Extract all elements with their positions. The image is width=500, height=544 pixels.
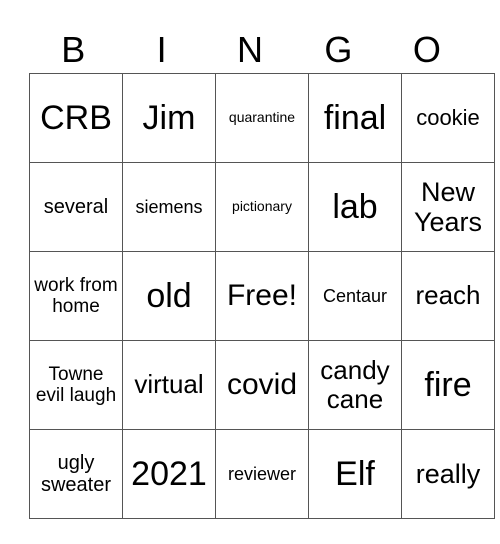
bingo-cell[interactable]: virtual xyxy=(122,340,216,430)
bingo-cell[interactable]: fire xyxy=(401,340,495,430)
bingo-cell[interactable]: really xyxy=(401,429,495,519)
bingo-cell[interactable]: old xyxy=(122,251,216,341)
bingo-cell[interactable]: New Years xyxy=(401,162,495,252)
bingo-grid: CRB Jim quarantine final cookie several … xyxy=(29,73,495,519)
bingo-cell[interactable]: Elf xyxy=(308,429,402,519)
bingo-cell[interactable]: several xyxy=(29,162,123,252)
bingo-cell[interactable]: covid xyxy=(215,340,309,430)
free-cell[interactable]: Free! xyxy=(215,251,309,341)
header-letter-i: I xyxy=(156,29,167,70)
bingo-cell[interactable]: CRB xyxy=(29,73,123,163)
bingo-cell[interactable]: lab xyxy=(308,162,402,252)
bingo-cell[interactable]: pictionary xyxy=(215,162,309,252)
header-letter-b: B xyxy=(61,29,86,70)
bingo-cell[interactable]: work from home xyxy=(29,251,123,341)
grid-row: work from home old Free! Centaur reach xyxy=(29,251,495,341)
bingo-cell[interactable]: 2021 xyxy=(122,429,216,519)
grid-row: CRB Jim quarantine final cookie xyxy=(29,73,495,163)
bingo-cell[interactable]: ugly sweater xyxy=(29,429,123,519)
bingo-cell[interactable]: Centaur xyxy=(308,251,402,341)
bingo-cell[interactable]: reviewer xyxy=(215,429,309,519)
grid-row: Towne evil laugh virtual covid candy can… xyxy=(29,340,495,430)
grid-row: ugly sweater 2021 reviewer Elf really xyxy=(29,429,495,519)
header-letter-g: G xyxy=(324,29,353,70)
bingo-cell[interactable]: reach xyxy=(401,251,495,341)
bingo-cell[interactable]: cookie xyxy=(401,73,495,163)
bingo-cell[interactable]: quarantine xyxy=(215,73,309,163)
bingo-cell[interactable]: Towne evil laugh xyxy=(29,340,123,430)
bingo-cell[interactable]: candy cane xyxy=(308,340,402,430)
bingo-cell[interactable]: Jim xyxy=(122,73,216,163)
bingo-cell[interactable]: final xyxy=(308,73,402,163)
header-letter-o: O xyxy=(412,29,441,70)
grid-row: several siemens pictionary lab New Years xyxy=(29,162,495,252)
bingo-header: B I N G O xyxy=(29,28,471,72)
bingo-cell[interactable]: siemens xyxy=(122,162,216,252)
header-letter-n: N xyxy=(237,29,264,70)
